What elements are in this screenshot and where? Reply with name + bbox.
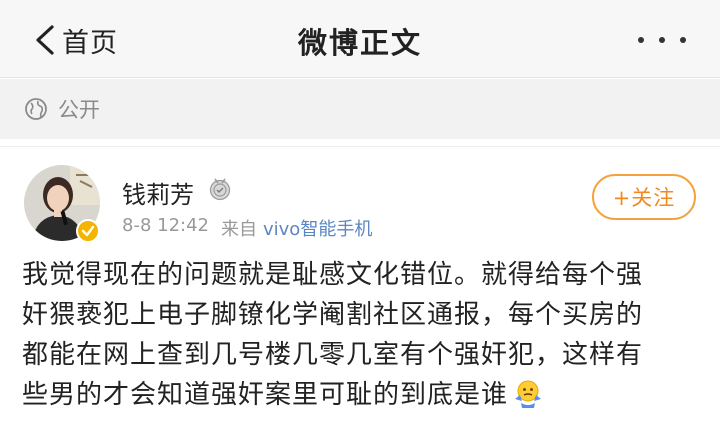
follow-button[interactable]: +关注	[592, 174, 696, 220]
post-time: 8-8 12:42	[122, 215, 209, 236]
more-options-button[interactable]	[638, 28, 686, 52]
medal-icon	[209, 178, 231, 201]
author-name[interactable]: 钱莉芳	[122, 175, 194, 210]
visibility-bar: 公开	[0, 79, 720, 139]
top-navigation-bar: 首页 微博正文	[0, 0, 720, 78]
source-device-link[interactable]: vivo智能手机	[263, 215, 372, 241]
globe-icon	[25, 98, 47, 120]
post-content-line: 我觉得现在的问题就是耻感文化错位。就得给每个强	[22, 260, 644, 290]
post-content-line: 都能在网上查到几号楼几零几室有个强奸犯，这样有	[22, 340, 644, 370]
visibility-label: 公开	[58, 98, 100, 122]
more-dot-icon	[659, 37, 665, 43]
page-title: 微博正文	[297, 26, 422, 60]
shrug-emoji-icon	[515, 380, 542, 408]
follow-label: +关注	[612, 186, 676, 210]
post-content-line: 奸猥亵犯上电子脚镣化学阉割社区通报，每个买房的	[22, 300, 644, 330]
post-content-text: 些男的才会知道强奸案里可耻的到底是谁	[22, 380, 509, 410]
more-dot-icon	[638, 37, 644, 43]
verified-badge-icon	[76, 219, 100, 243]
post-content-line-last: 些男的才会知道强奸案里可耻的到底是谁	[22, 375, 702, 415]
source-prefix: 来自	[221, 219, 257, 240]
post-content: 我觉得现在的问题就是耻感文化错位。就得给每个强 奸猥亵犯上电子脚镣化学阉割社区通…	[22, 255, 702, 415]
post-card: 钱莉芳 8-8 12:42 来自 vivo智能手机 +关注 我觉得现在的问题就是…	[0, 146, 720, 435]
more-dot-icon	[680, 37, 686, 43]
post-meta: 8-8 12:42 来自 vivo智能手机	[122, 215, 372, 241]
